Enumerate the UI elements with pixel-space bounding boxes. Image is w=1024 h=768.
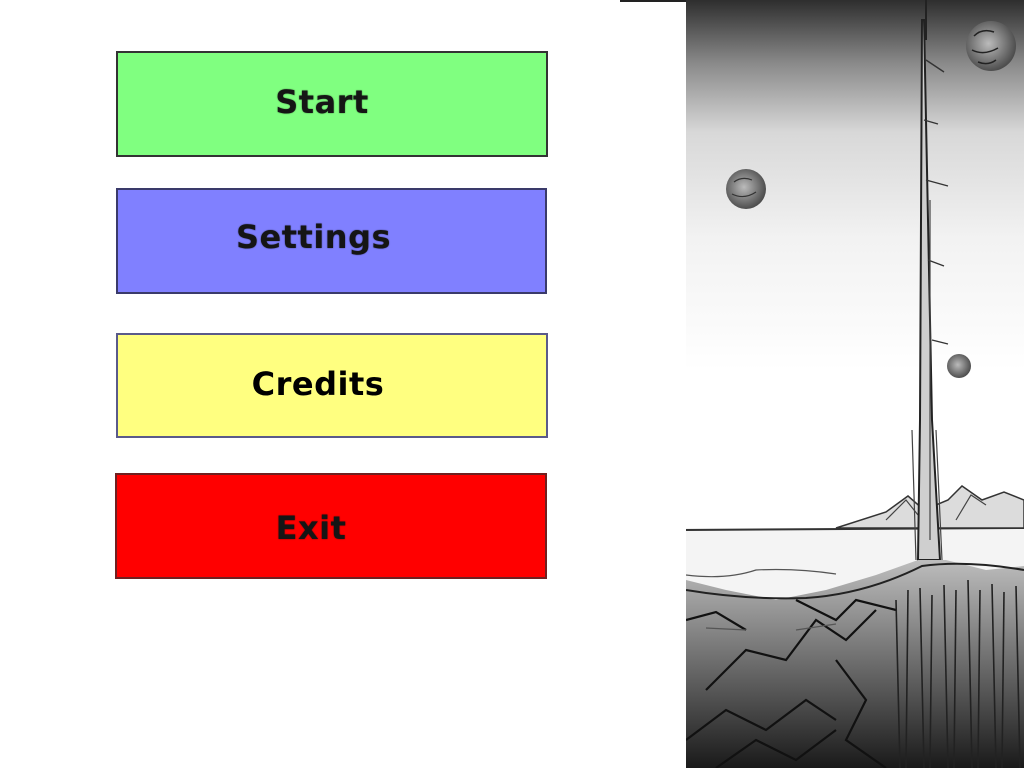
moon-medium [726, 169, 766, 209]
moon-large [966, 21, 1016, 71]
start-button[interactable]: Start [116, 51, 548, 157]
background-artwork-tower [686, 0, 1024, 768]
main-menu-screen: Start Settings Credits Exit [0, 0, 1024, 768]
settings-button[interactable]: Settings [116, 188, 547, 294]
exit-button[interactable]: Exit [115, 473, 547, 579]
moon-small [947, 354, 971, 378]
exit-button-label: Exit [275, 509, 347, 547]
credits-button-label: Credits [251, 364, 385, 403]
credits-button[interactable]: Credits [116, 333, 548, 438]
start-button-label: Start [275, 83, 369, 121]
settings-button-label: Settings [235, 218, 392, 256]
